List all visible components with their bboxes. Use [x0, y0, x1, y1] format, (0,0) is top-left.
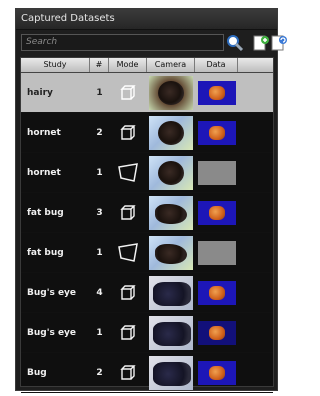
datasets-table: Study # Mode Camera Data hairy 1 hornet 2 … — [20, 57, 274, 393]
camera-image — [149, 235, 193, 270]
data-preview — [197, 160, 236, 185]
column-header-mode[interactable]: Mode — [109, 58, 147, 72]
cube-mode-icon — [109, 323, 147, 343]
cube-mode-icon — [109, 83, 147, 103]
insect-image — [158, 160, 184, 185]
trapezoid-mode-icon — [109, 162, 147, 183]
table-row[interactable]: fat bug 1 — [21, 233, 273, 273]
data-thumbnail[interactable] — [195, 80, 238, 105]
row-study-name: fat bug — [27, 207, 64, 218]
row-study-name: Bug's eye — [27, 287, 77, 298]
insect-image — [153, 361, 191, 386]
camera-thumbnail[interactable] — [147, 315, 195, 350]
insect-image — [155, 203, 187, 224]
camera-thumbnail[interactable] — [147, 115, 195, 150]
data-preview — [197, 240, 236, 265]
search-input[interactable]: Search — [21, 34, 224, 51]
captured-datasets-panel: Captured Datasets Search Study # Mode Ca… — [15, 8, 287, 393]
table-body: hairy 1 hornet 2 hornet 1 fat bug 3 fat bug 1… — [21, 73, 273, 393]
table-row[interactable]: Bug's eye 4 — [21, 273, 273, 313]
table-row[interactable]: hornet 2 — [21, 113, 273, 153]
trapezoid-mode-icon — [109, 242, 147, 263]
row-count: 3 — [96, 207, 103, 218]
camera-thumbnail[interactable] — [147, 355, 195, 390]
column-header-count[interactable]: # — [90, 58, 109, 72]
insect-image — [155, 243, 187, 264]
search-icon[interactable] — [226, 34, 244, 52]
cube-mode-icon — [109, 123, 147, 143]
camera-image — [149, 355, 193, 390]
insect-image — [158, 80, 184, 105]
column-header-spacer — [238, 58, 273, 72]
table-row[interactable]: fat bug 3 — [21, 193, 273, 233]
column-header-study[interactable]: Study — [21, 58, 90, 72]
insect-image — [153, 321, 191, 346]
row-study-name: hornet — [27, 127, 61, 138]
camera-thumbnail[interactable] — [147, 275, 195, 310]
add-dataset-icon[interactable] — [252, 34, 270, 52]
row-study-name: hornet — [27, 167, 61, 178]
insect-image — [153, 281, 191, 306]
row-study-name: Bug's eye — [27, 327, 77, 338]
column-header-camera[interactable]: Camera — [147, 58, 195, 72]
cube-mode-icon — [109, 203, 147, 223]
scan-blob — [208, 285, 225, 300]
data-preview — [197, 120, 236, 145]
camera-image — [149, 75, 193, 110]
camera-image — [149, 275, 193, 310]
scan-blob — [208, 205, 225, 220]
table-row[interactable]: Bug 2 — [21, 353, 273, 393]
scan-blob — [208, 85, 225, 100]
camera-thumbnail[interactable] — [147, 195, 195, 230]
data-thumbnail[interactable] — [195, 200, 238, 225]
row-count: 1 — [96, 327, 103, 338]
row-count: 2 — [96, 367, 103, 378]
row-study-name: Bug — [27, 367, 47, 378]
data-thumbnail[interactable] — [195, 160, 238, 185]
table-row[interactable]: hairy 1 — [21, 73, 273, 113]
cube-mode-icon — [109, 363, 147, 383]
data-thumbnail[interactable] — [195, 240, 238, 265]
panel-title: Captured Datasets — [16, 9, 277, 30]
scan-blob — [208, 325, 225, 340]
row-count: 1 — [96, 167, 103, 178]
refresh-dataset-icon[interactable] — [270, 34, 288, 52]
data-preview — [197, 200, 236, 225]
scan-blob — [208, 125, 225, 140]
column-header-data[interactable]: Data — [195, 58, 238, 72]
camera-thumbnail[interactable] — [147, 155, 195, 190]
insect-image — [158, 120, 184, 145]
row-study-name: hairy — [27, 87, 53, 98]
data-thumbnail[interactable] — [195, 120, 238, 145]
data-thumbnail[interactable] — [195, 360, 238, 385]
camera-thumbnail[interactable] — [147, 75, 195, 110]
data-thumbnail[interactable] — [195, 320, 238, 345]
table-header: Study # Mode Camera Data — [21, 58, 273, 73]
row-count: 4 — [96, 287, 103, 298]
cube-mode-icon — [109, 283, 147, 303]
scan-blob — [208, 365, 225, 380]
data-preview — [197, 320, 236, 345]
data-preview — [197, 280, 236, 305]
row-study-name: fat bug — [27, 247, 64, 258]
search-row: Search — [16, 30, 287, 56]
data-preview — [197, 360, 236, 385]
camera-image — [149, 155, 193, 190]
camera-image — [149, 115, 193, 150]
camera-image — [149, 315, 193, 350]
camera-image — [149, 195, 193, 230]
row-count: 2 — [96, 127, 103, 138]
table-row[interactable]: Bug's eye 1 — [21, 313, 273, 353]
data-thumbnail[interactable] — [195, 280, 238, 305]
row-count: 1 — [96, 247, 103, 258]
row-count: 1 — [96, 87, 103, 98]
data-preview — [197, 80, 236, 105]
table-row[interactable]: hornet 1 — [21, 153, 273, 193]
camera-thumbnail[interactable] — [147, 235, 195, 270]
